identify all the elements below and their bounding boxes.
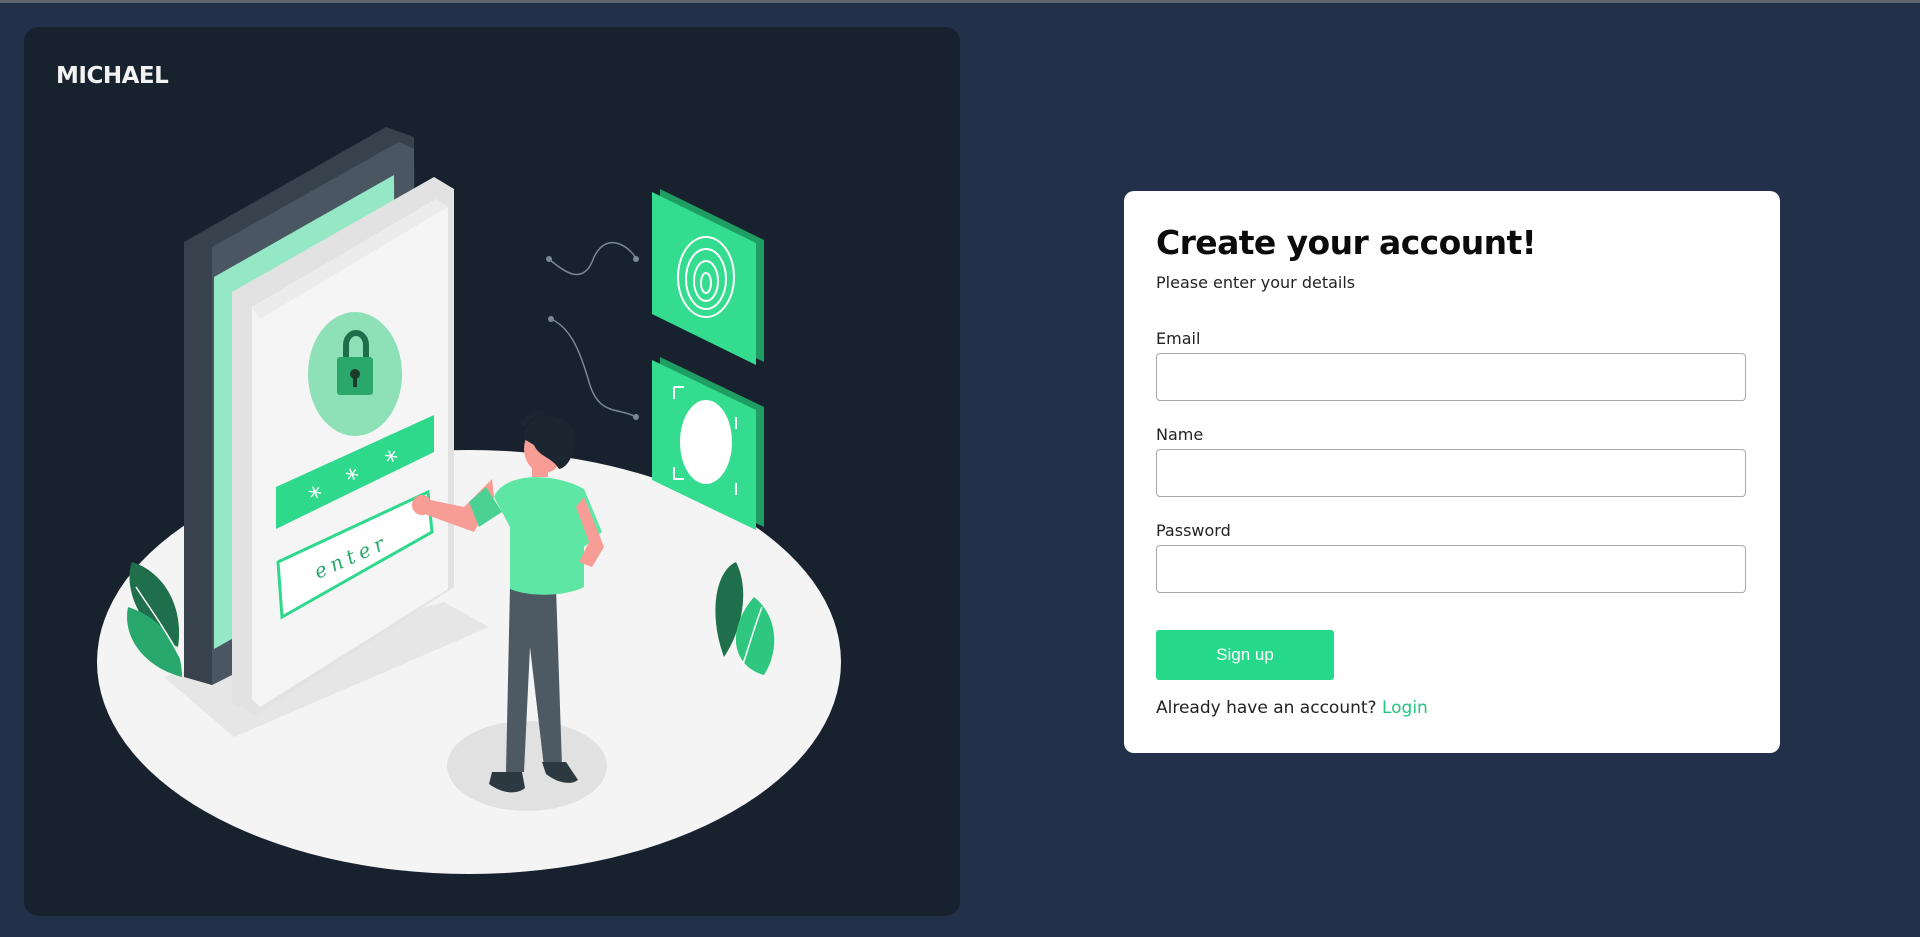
illustration-panel: MICHAEL * * * enter [24, 27, 960, 916]
login-prompt-row: Already have an account? Login [1156, 698, 1428, 718]
fingerprint-icon [652, 189, 764, 365]
signup-card: Create your account! Please enter your d… [1124, 191, 1780, 753]
name-label: Name [1156, 425, 1204, 444]
sign-up-button[interactable]: Sign up [1156, 630, 1334, 680]
password-field[interactable] [1156, 545, 1746, 593]
connector-line-bottom [550, 318, 637, 418]
email-field[interactable] [1156, 353, 1746, 401]
login-security-illustration: * * * enter [97, 127, 841, 874]
person-shadow [447, 721, 607, 811]
login-prompt-text: Already have an account? [1156, 698, 1377, 718]
page-title: Create your account! [1156, 223, 1537, 262]
window-top-border [0, 0, 1920, 3]
email-label: Email [1156, 329, 1201, 348]
page-subtitle: Please enter your details [1156, 273, 1356, 292]
name-field[interactable] [1156, 449, 1746, 497]
login-link[interactable]: Login [1382, 698, 1428, 718]
password-label: Password [1156, 521, 1231, 540]
connector-line-top [548, 241, 637, 276]
lock-icon [308, 312, 402, 436]
